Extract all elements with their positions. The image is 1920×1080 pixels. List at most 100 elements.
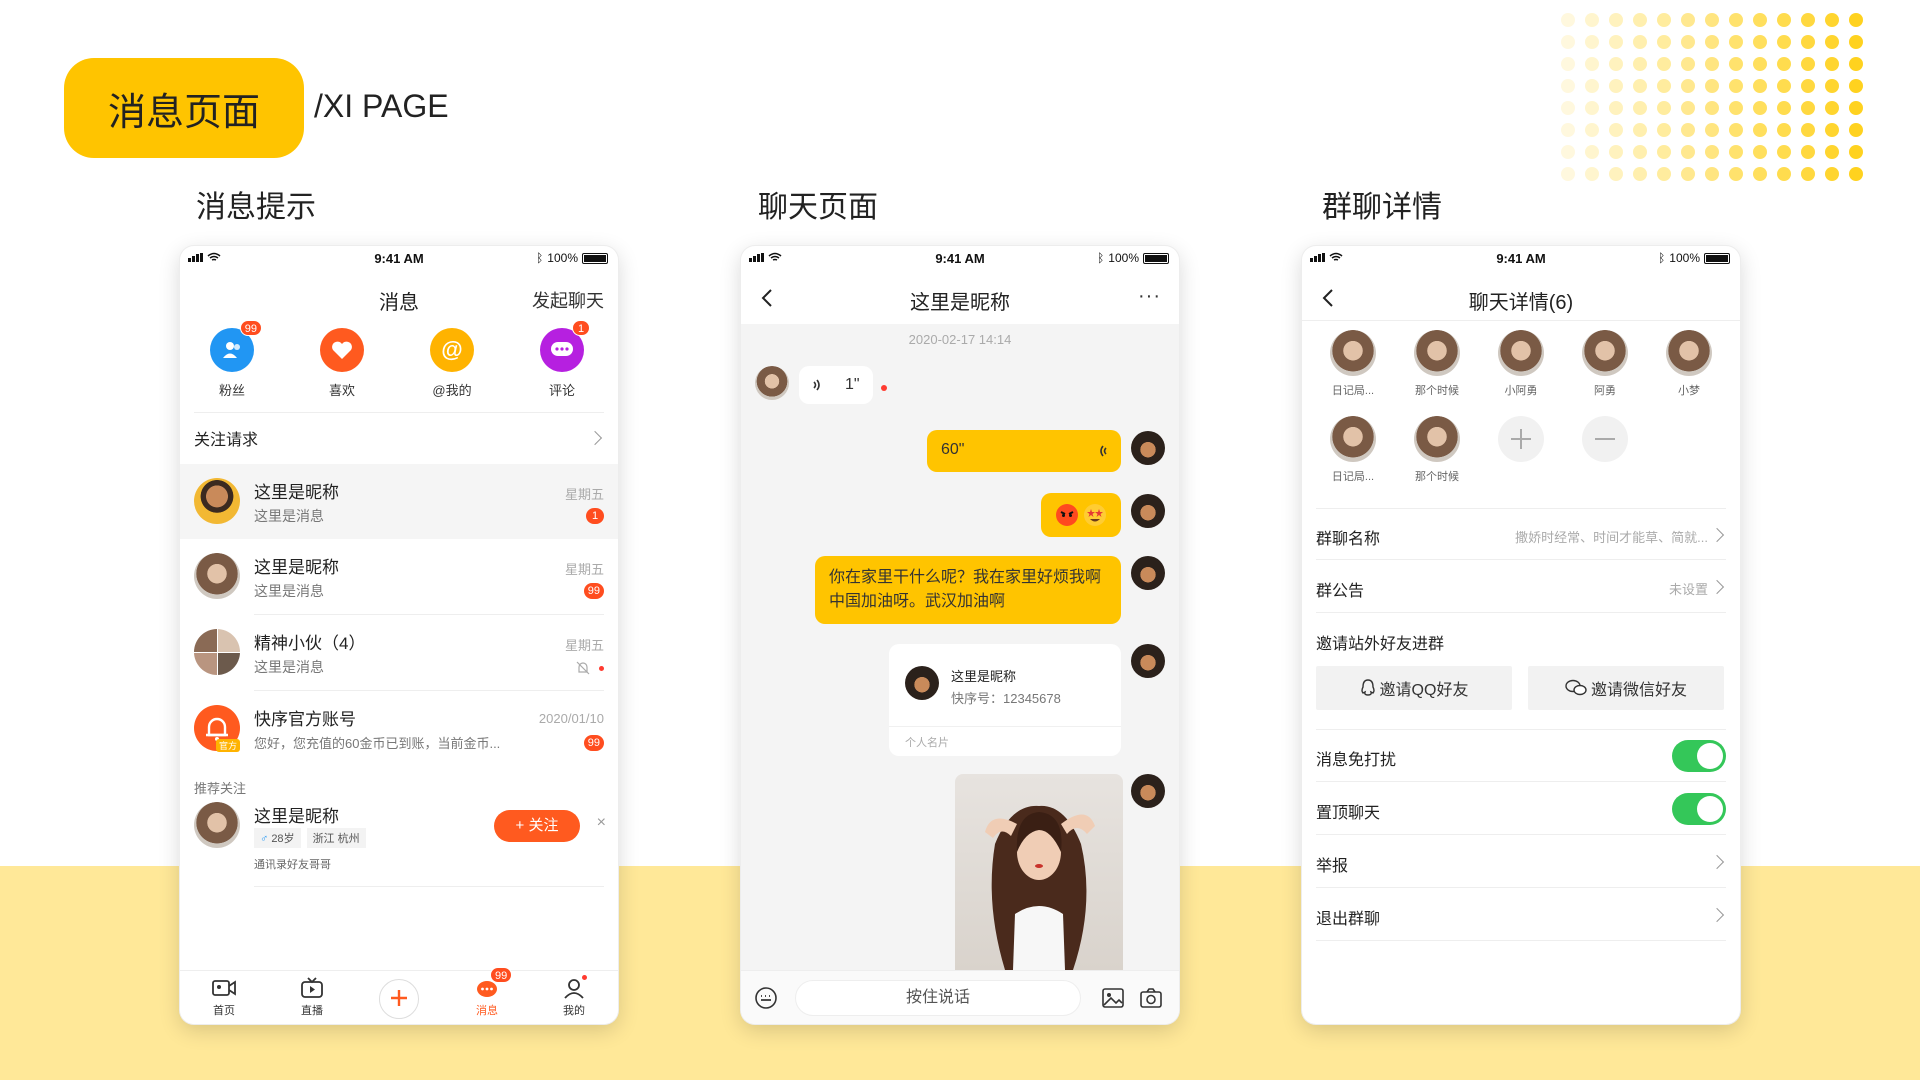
quick-entry-likes[interactable]: 喜欢	[302, 328, 382, 399]
pin-row: 置顶聊天	[1316, 783, 1726, 835]
decorative-dot	[1657, 145, 1671, 159]
chevron-right-icon	[1709, 527, 1725, 543]
decorative-dot	[1585, 145, 1599, 159]
text-bubble[interactable]: 你在家里干什么呢？我在家里好烦我啊中国加油呀。武汉加油啊	[815, 556, 1121, 624]
voice-wave-icon	[1100, 445, 1107, 457]
decorative-dot	[1753, 101, 1767, 115]
remove-member-button[interactable]	[1570, 416, 1640, 462]
tab-label: 我的	[563, 1005, 585, 1017]
tab-label: 直播	[301, 1005, 323, 1017]
decorative-dot	[1561, 101, 1575, 115]
battery-icon	[582, 252, 608, 264]
avatar	[1414, 330, 1460, 376]
decorative-dot	[1705, 123, 1719, 137]
camera-icon	[212, 980, 236, 996]
more-icon[interactable]: ···	[1138, 285, 1161, 308]
decorative-dot	[1801, 79, 1815, 93]
group-notice-row[interactable]: 群公告 未设置	[1316, 561, 1726, 613]
tab-profile[interactable]: 我的	[544, 975, 604, 1018]
invite-wechat-button[interactable]: 邀请微信好友	[1528, 666, 1724, 710]
group-name-row[interactable]: 群聊名称 撒娇时经常、时间才能草、简就...	[1316, 508, 1726, 560]
decorative-dot	[1849, 57, 1863, 71]
tab-messages[interactable]: 99 消息	[457, 967, 517, 1018]
decorative-dot	[1801, 35, 1815, 49]
press-to-talk-button[interactable]: 按住说话	[795, 980, 1081, 1016]
conversation-row[interactable]: 官方 快序官方账号 您好，您充值的60金币已到账，当前金币... 2020/01…	[180, 691, 618, 766]
conversation-name: 快序官方账号	[254, 710, 356, 729]
decorative-dot	[1729, 79, 1743, 93]
report-row[interactable]: 举报	[1316, 836, 1726, 888]
recommend-tags: ♂ 28岁 浙江 杭州	[254, 828, 366, 848]
status-bar: 9:41 AM ᛒ 100%	[741, 246, 1179, 270]
conversation-row[interactable]: 这里是昵称 这里是消息 星期五 1	[180, 464, 618, 539]
decorative-dot	[1609, 145, 1623, 159]
unread-dot	[881, 385, 887, 391]
camera-icon[interactable]	[1139, 986, 1163, 1010]
battery-icon	[1704, 252, 1730, 264]
group-member[interactable]: 小阿勇	[1486, 330, 1556, 398]
add-member-button[interactable]	[1486, 416, 1556, 462]
avatar	[1131, 556, 1165, 590]
mute-toggle[interactable]	[1672, 740, 1726, 772]
decorative-dot	[1801, 101, 1815, 115]
decorative-dot	[1777, 101, 1791, 115]
follow-requests-link[interactable]: 关注请求	[194, 426, 258, 450]
exit-group-row[interactable]: 退出群聊	[1316, 889, 1726, 941]
recommend-name: 这里是昵称	[254, 807, 339, 826]
decorative-dot	[1729, 57, 1743, 71]
decorative-dot	[1585, 57, 1599, 71]
group-member[interactable]: 那个时候	[1402, 330, 1472, 398]
decorative-dot	[1561, 123, 1575, 137]
emoji-bubble[interactable]	[1041, 493, 1121, 537]
decorative-dot	[1657, 101, 1671, 115]
report-label: 举报	[1316, 858, 1349, 875]
keyboard-icon[interactable]	[755, 987, 777, 1009]
incoming-voice-bubble[interactable]: 1"	[799, 366, 873, 404]
official-tag: 官方	[216, 739, 240, 752]
conversation-row[interactable]: 这里是昵称 这里是消息 星期五 99	[180, 539, 618, 614]
group-avatar	[194, 629, 240, 675]
conversation-row[interactable]: 精神小伙（4） 这里是消息 星期五	[180, 615, 618, 690]
outgoing-voice-bubble[interactable]: 60"	[927, 430, 1121, 472]
tab-add[interactable]	[369, 979, 429, 1019]
decorative-dot	[1585, 167, 1599, 181]
quick-entry-mentions[interactable]: @ @我的	[412, 328, 492, 399]
decorative-dot	[1657, 79, 1671, 93]
group-member[interactable]: 小梦	[1654, 330, 1724, 398]
starstruck-emoji-icon	[1084, 504, 1106, 526]
avatar	[1131, 431, 1165, 465]
group-member[interactable]: 阿勇	[1570, 330, 1640, 398]
avatar	[755, 366, 789, 400]
group-member[interactable]: 日记局...	[1318, 416, 1388, 484]
divider	[194, 412, 604, 413]
tab-live[interactable]: 直播	[282, 977, 342, 1018]
decorative-dot	[1681, 35, 1695, 49]
decorative-dot	[1633, 101, 1647, 115]
recommend-row[interactable]: 这里是昵称 ♂ 28岁 浙江 杭州 通讯录好友哥哥 + 关注 ×	[180, 794, 618, 884]
decorative-dot	[1633, 35, 1647, 49]
comments-badge: 1	[572, 320, 590, 336]
avatar	[194, 553, 240, 599]
image-icon[interactable]	[1101, 986, 1125, 1010]
decorative-dot	[1633, 145, 1647, 159]
bluetooth-icon: ᛒ	[1097, 251, 1105, 265]
location-tag: 浙江 杭州	[306, 828, 366, 848]
group-member[interactable]: 那个时候	[1402, 416, 1472, 484]
invite-qq-button[interactable]: 邀请QQ好友	[1316, 666, 1512, 710]
conversation-time: 星期五	[564, 562, 604, 577]
tv-icon	[301, 977, 323, 998]
close-icon[interactable]: ×	[597, 814, 606, 832]
start-chat-button[interactable]: 发起聊天	[532, 287, 604, 313]
pin-toggle[interactable]	[1672, 793, 1726, 825]
tab-home[interactable]: 首页	[194, 977, 254, 1018]
group-member[interactable]: 日记局...	[1318, 330, 1388, 398]
quick-entry-fans[interactable]: 99 粉丝	[192, 320, 272, 399]
photo-message[interactable]	[955, 774, 1123, 970]
decorative-dot	[1705, 13, 1719, 27]
quick-entry-comments[interactable]: 1 评论	[522, 320, 602, 399]
chevron-right-icon	[1709, 579, 1725, 595]
contact-card[interactable]: 这里是昵称 快序号：12345678 个人名片	[889, 644, 1121, 756]
status-bar: 9:41 AM ᛒ 100%	[180, 246, 618, 270]
follow-button[interactable]: + 关注	[494, 810, 580, 842]
conversation-preview: 您好，您充值的60金币已到账，当前金币...	[254, 736, 501, 751]
